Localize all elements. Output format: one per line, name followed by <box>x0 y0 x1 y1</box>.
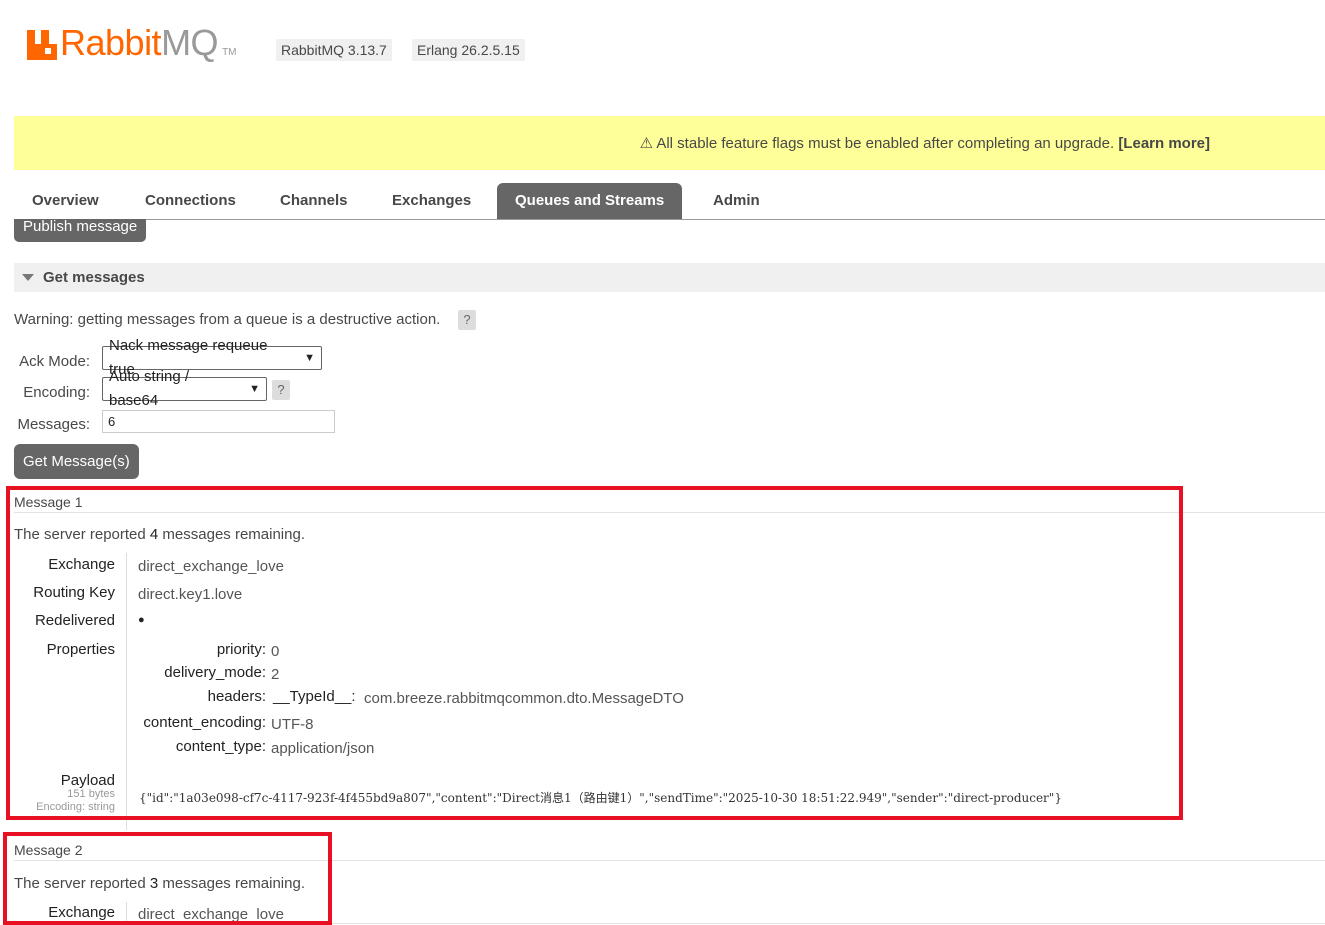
chevron-down-icon: ▼ <box>249 383 260 395</box>
encoding-value: Auto string / base64 <box>109 368 190 409</box>
rabbitmq-version-badge: RabbitMQ 3.13.7 <box>276 39 392 61</box>
highlight-box-message-2 <box>3 832 332 925</box>
logo-trademark: TM <box>222 47 237 58</box>
banner-message: ⚠ All stable feature flags must be enabl… <box>639 135 1115 152</box>
collapse-triangle-icon <box>22 274 34 281</box>
warning-help-button[interactable]: ? <box>458 310 476 330</box>
chevron-down-icon: ▼ <box>304 352 315 364</box>
destructive-warning: Warning: getting messages from a queue i… <box>14 311 440 328</box>
tab-overview[interactable]: Overview <box>14 183 117 219</box>
get-messages-title: Get messages <box>43 269 145 286</box>
logo-text-rabbit: Rabbit <box>60 22 162 63</box>
logo-text-mq: MQ <box>161 22 219 63</box>
encoding-select[interactable]: Auto string / base64 ▼ <box>102 368 267 409</box>
erlang-version-badge: Erlang 26.2.5.15 <box>412 39 525 61</box>
messages-count-label: Messages: <box>17 416 90 433</box>
messages-count-input[interactable]: 6 <box>102 410 335 433</box>
warning-text: Warning: getting messages from a queue i… <box>14 311 441 328</box>
rabbitmq-logo-icon <box>27 30 57 60</box>
encoding-help-button[interactable]: ? <box>272 380 290 400</box>
tab-connections[interactable]: Connections <box>127 183 254 219</box>
rabbitmq-logo[interactable]: Rabbit MQ TM <box>27 20 237 63</box>
get-messages-button[interactable]: Get Message(s) <box>14 444 139 479</box>
publish-message-button[interactable]: Publish message <box>14 219 147 242</box>
feature-flags-banner: ⚠ All stable feature flags must be enabl… <box>14 116 1325 170</box>
ack-mode-label: Ack Mode: <box>19 353 90 370</box>
get-messages-section-header[interactable]: Get messages <box>14 263 1325 292</box>
learn-more-link[interactable]: [Learn more] <box>1118 135 1210 152</box>
tab-queues-and-streams[interactable]: Queues and Streams <box>497 183 683 219</box>
tab-channels[interactable]: Channels <box>262 183 366 219</box>
tab-admin[interactable]: Admin <box>695 183 778 219</box>
main-nav-tabs: Overview Connections Channels Exchanges … <box>14 183 1325 220</box>
encoding-label: Encoding: <box>23 384 90 401</box>
highlight-box-message-1 <box>6 486 1183 820</box>
tab-exchanges[interactable]: Exchanges <box>374 183 489 219</box>
